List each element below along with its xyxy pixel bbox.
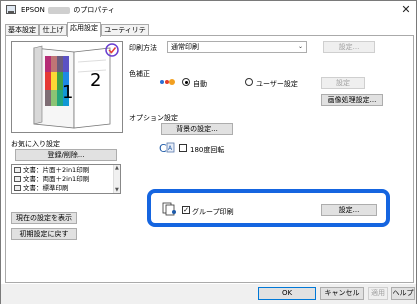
print-method-settings-button[interactable]: 設定... <box>323 41 375 53</box>
rotate-180-icon: C A <box>159 142 175 155</box>
favorites-list[interactable]: 文書：片面＋2in1印刷 文書：両面＋2in1印刷 文書：標準印刷 ▲ ▼ <box>11 164 121 194</box>
redacted-model-name <box>48 6 71 14</box>
group-print-label: グループ印刷 <box>192 208 234 216</box>
tab-advanced-settings[interactable]: 応用設定 <box>67 22 101 37</box>
list-item[interactable]: 文書：標準印刷 <box>14 184 69 193</box>
favorite-item-label: 文書：片面＋2in1印刷 <box>23 166 90 174</box>
scroll-up-icon[interactable]: ▲ <box>115 165 119 171</box>
printer-app-icon <box>6 5 16 14</box>
properties-window: EPSON のプロパティ ✕ 基本設定 仕上げ 応用設定 ユーティリティー 1 … <box>0 0 417 304</box>
group-print-checkbox[interactable]: ✓ <box>182 206 190 214</box>
color-auto-label: 自動 <box>193 80 207 88</box>
window-title: EPSON のプロパティ <box>21 5 115 15</box>
window-title-prefix: EPSON <box>21 6 45 14</box>
option-settings-label: オプション設定 <box>129 114 178 122</box>
print-method-select[interactable]: 通常印刷 ⌄ <box>167 41 307 53</box>
color-check-icon <box>105 43 119 57</box>
favorite-item-label: 文書：標準印刷 <box>23 184 69 192</box>
print-method-value: 通常印刷 <box>171 43 199 51</box>
show-current-settings-button[interactable]: 現在の設定を表示 <box>11 212 77 224</box>
group-print-settings-button[interactable]: 設定... <box>321 204 377 216</box>
color-user-radio[interactable] <box>245 78 253 86</box>
document-icon <box>14 167 21 173</box>
cancel-button[interactable]: キャンセル <box>320 287 364 300</box>
rotate-180-label: 180度回転 <box>190 146 225 154</box>
svg-text:C: C <box>159 142 167 155</box>
window-title-suffix: のプロパティ <box>73 6 115 14</box>
list-item[interactable]: 文書：片面＋2in1印刷 <box>14 166 89 175</box>
color-correction-label: 色補正 <box>129 70 150 78</box>
preview-page-2-number: 2 <box>90 70 102 91</box>
document-icon <box>14 176 21 182</box>
rotate-180-checkbox[interactable] <box>179 144 187 152</box>
print-method-label: 印刷方法 <box>129 44 157 52</box>
reset-default-button[interactable]: 初期設定に戻す <box>11 228 77 240</box>
document-icon <box>14 185 21 191</box>
title-bar: EPSON のプロパティ ✕ <box>1 1 416 19</box>
favorites-register-button[interactable]: 登録/削除... <box>15 149 117 161</box>
color-user-label: ユーザー設定 <box>256 80 298 88</box>
color-auto-radio[interactable] <box>182 78 190 86</box>
chevron-down-icon: ⌄ <box>297 43 303 50</box>
scroll-down-icon[interactable]: ▼ <box>115 187 119 193</box>
apply-button[interactable]: 適用 <box>368 287 388 300</box>
favorites-scrollbar[interactable]: ▲ ▼ <box>113 165 120 193</box>
group-print-icon <box>162 202 176 216</box>
image-processing-button[interactable]: 画像処理設定... <box>321 94 383 106</box>
color-dots-icon <box>160 79 175 85</box>
color-settings-button[interactable]: 設定 <box>321 77 365 89</box>
favorite-item-label: 文書：両面＋2in1印刷 <box>23 175 90 183</box>
ok-button[interactable]: OK <box>258 287 316 300</box>
preview-page-1-number: 1 <box>62 82 74 103</box>
list-item[interactable]: 文書：両面＋2in1印刷 <box>14 175 89 184</box>
help-button[interactable]: ヘルプ <box>391 287 415 300</box>
background-settings-button[interactable]: 背景の設定... <box>161 123 233 135</box>
close-icon[interactable]: ✕ <box>399 3 413 16</box>
favorites-label: お気に入り設定 <box>11 140 60 148</box>
